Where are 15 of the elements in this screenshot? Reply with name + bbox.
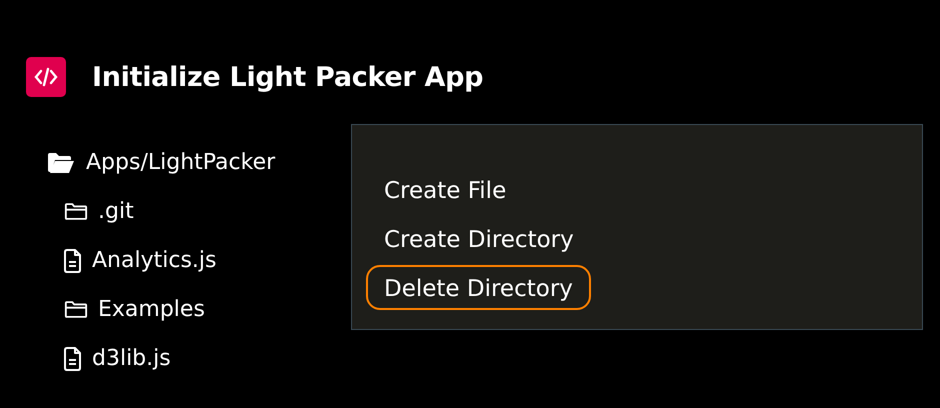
folder-icon <box>64 300 88 319</box>
menu-item[interactable]: Create Directory <box>366 216 592 261</box>
tree-item[interactable]: Analytics.js <box>46 236 351 285</box>
code-icon <box>26 57 66 97</box>
file-icon <box>64 346 82 370</box>
tree-item[interactable]: Examples <box>46 285 351 334</box>
tree-item[interactable]: Apps/LightPacker <box>46 138 351 187</box>
tree-item[interactable]: .git <box>46 187 351 236</box>
file-icon <box>64 248 82 272</box>
tree-item[interactable]: d3lib.js <box>46 334 351 383</box>
menu-item[interactable]: Create File <box>366 167 524 212</box>
menu-item[interactable]: Delete Directory <box>366 265 591 310</box>
page-title: Initialize Light Packer App <box>92 62 484 92</box>
open-folder-icon <box>46 152 76 174</box>
folder-icon <box>64 202 88 221</box>
